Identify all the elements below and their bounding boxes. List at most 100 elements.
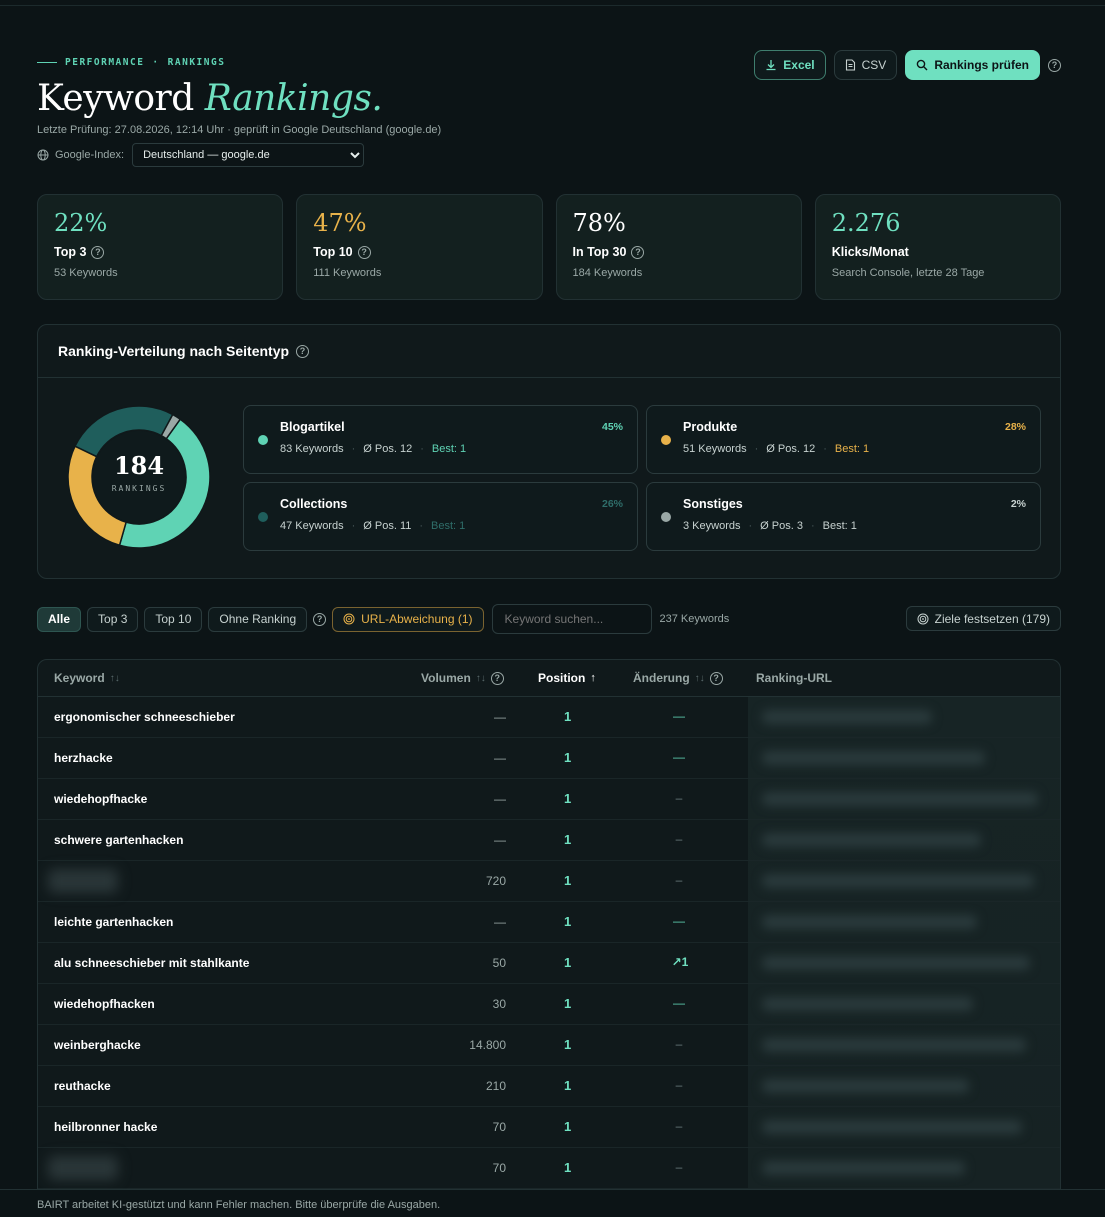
target-icon — [917, 613, 929, 624]
segment-keywords: 47 Keywords — [280, 520, 344, 532]
segment-card-collections[interactable]: Collections 26% 47 Keywords · Ø Pos. 11 · … — [243, 482, 638, 551]
change-cell: – — [675, 1037, 683, 1051]
set-goals-button[interactable]: Ziele festsetzen (179) — [905, 606, 1061, 631]
search-icon — [917, 59, 928, 71]
segment-percent: 26% — [601, 498, 623, 510]
filter-chip-ohne-ranking[interactable]: Ohne Ranking — [208, 606, 308, 632]
kpi-cards: 22% Top 3? 53 Keywords 47% Top 10? 111 K… — [37, 194, 1061, 300]
volume-cell: 30 — [492, 997, 506, 1011]
segment-dot — [661, 512, 671, 522]
export-csv-label: CSV — [861, 58, 887, 72]
segment-card-produkte[interactable]: Produkte 28% 51 Keywords · Ø Pos. 12 · Bes… — [646, 405, 1041, 474]
meta-separator: · — [351, 520, 356, 532]
filter-chip-alle[interactable]: Alle — [37, 606, 82, 632]
help-icon[interactable]: ? — [357, 245, 371, 259]
segment-avg-pos: Ø Pos. 11 — [363, 520, 412, 532]
filter-chip-top3[interactable]: Top 3 — [87, 606, 139, 632]
page-content: PERFORMANCE · RANKINGS Keyword Rankings.… — [37, 50, 1061, 1199]
donut-total-label: RANKINGS — [112, 484, 167, 493]
check-rankings-button[interactable]: Rankings prüfen — [905, 50, 1040, 80]
change-cell: – — [675, 1078, 683, 1092]
column-header-label: Position — [538, 671, 586, 685]
table-row[interactable]: ergonomischer schneeschieber — 1 — — [38, 697, 1060, 738]
table-row[interactable]: herzhacke — 1 — — [38, 738, 1060, 779]
change-cell: – — [675, 832, 683, 846]
change-cell: – — [675, 1160, 683, 1174]
export-excel-button[interactable]: Excel — [754, 50, 826, 80]
kpi-value: 78% — [572, 209, 626, 237]
filter-chip-url-deviation[interactable]: URL-Abweichung (1) — [332, 606, 484, 632]
table-row[interactable]: wiedehopfhacken 30 1 — — [38, 984, 1060, 1025]
volume-cell: 50 — [492, 956, 506, 970]
segment-percent: 2% — [1010, 498, 1026, 510]
breadcrumb-section[interactable]: PERFORMANCE — [65, 57, 144, 68]
position-cell: 1 — [564, 873, 572, 888]
help-icon[interactable]: ? — [490, 671, 504, 685]
keyword-cell: ergonomischer schneeschieber — [54, 710, 235, 724]
sort-icon: ↑↓ — [475, 672, 486, 684]
header-actions: Excel CSV Rankings prüfen ? — [754, 50, 1061, 80]
column-header-label: Ranking-URL — [756, 671, 832, 685]
table-row[interactable]: leichte gartenhacken — 1 — — [38, 902, 1060, 943]
google-index-row: Google-Index: Deutschland — google.de — [37, 143, 1061, 167]
keyword-search-input[interactable] — [491, 604, 652, 634]
keyword-cell: alu schneeschieber mit stahlkante — [54, 956, 250, 970]
kpi-label: In Top 30? — [573, 245, 785, 259]
kpi-value: 47% — [313, 209, 367, 237]
table-row[interactable]: reuthacke 210 1 – — [38, 1066, 1060, 1107]
column-header-position[interactable]: Position ↑ — [538, 671, 596, 685]
position-cell: 1 — [564, 996, 572, 1011]
keyword-cell-blurred — [48, 1156, 118, 1180]
column-header-label: Änderung — [633, 671, 690, 685]
url-deviation-label: URL-Abweichung (1) — [361, 612, 473, 626]
change-cell: – — [675, 791, 683, 805]
position-cell: 1 — [564, 832, 572, 847]
kpi-sub: 111 Keywords — [313, 267, 382, 279]
segment-card-blogartikel[interactable]: Blogartikel 45% 83 Keywords · Ø Pos. 12 · … — [243, 405, 638, 474]
help-icon[interactable]: ? — [91, 245, 105, 259]
help-icon[interactable]: ? — [631, 245, 645, 259]
table-row[interactable]: weinberghacke 14.800 1 – — [38, 1025, 1060, 1066]
sort-icon: ↑↓ — [694, 672, 705, 684]
help-icon[interactable]: ? — [709, 671, 723, 685]
segment-card-sonstiges[interactable]: Sonstiges 2% 3 Keywords · Ø Pos. 3 · Best:… — [646, 482, 1041, 551]
column-header-keyword[interactable]: Keyword ↑↓ — [54, 671, 120, 685]
position-cell: 1 — [564, 1160, 572, 1175]
table-row[interactable]: 70 1 – — [38, 1148, 1060, 1189]
column-header-change[interactable]: Änderung ↑↓ ? — [633, 671, 723, 685]
change-cell: — — [673, 996, 685, 1010]
distribution-donut: 184 RANKINGS — [67, 405, 211, 549]
export-excel-label: Excel — [783, 58, 815, 72]
help-icon[interactable]: ? — [313, 612, 327, 626]
kpi-sub: 53 Keywords — [54, 267, 118, 279]
column-header-url: Ranking-URL — [756, 671, 832, 685]
column-header-volume[interactable]: Volumen ↑↓ ? — [421, 671, 504, 685]
table-row[interactable]: schwere gartenhacken — 1 – — [38, 820, 1060, 861]
table-row[interactable]: heilbronner hacke 70 1 – — [38, 1107, 1060, 1148]
check-rankings-label: Rankings prüfen — [934, 58, 1029, 72]
help-icon[interactable]: ? — [1048, 58, 1061, 72]
google-index-select[interactable]: Deutschland — google.de — [132, 143, 365, 167]
volume-cell: — — [494, 915, 506, 929]
table-row[interactable]: alu schneeschieber mit stahlkante 50 1 ↗1 — [38, 943, 1060, 984]
filter-chip-top10[interactable]: Top 10 — [144, 606, 203, 632]
export-csv-button[interactable]: CSV — [833, 50, 898, 80]
table-row[interactable]: wiedehopfhacke — 1 – — [38, 779, 1060, 820]
keyword-count: 237 Keywords — [659, 613, 730, 625]
donut-total: 184 — [114, 451, 164, 480]
segment-meta: 3 Keywords · Ø Pos. 3 · Best: 1 — [683, 520, 857, 532]
page-title-accent: Rankings. — [204, 78, 383, 119]
meta-separator: · — [754, 443, 759, 455]
position-cell: 1 — [564, 955, 572, 970]
kpi-sub: Search Console, letzte 28 Tage — [831, 267, 985, 279]
segment-name: Blogartikel — [280, 420, 345, 434]
volume-cell: — — [494, 751, 506, 765]
kpi-value: 22% — [54, 209, 108, 237]
kpi-card-clicks: 2.276 Klicks/Monat Search Console, letzt… — [814, 194, 1061, 300]
help-icon[interactable]: ? — [296, 344, 310, 358]
column-header-label: Keyword — [54, 671, 105, 685]
table-row[interactable]: 720 1 – — [38, 861, 1060, 902]
position-cell: 1 — [564, 914, 572, 929]
column-header-label: Volumen — [421, 671, 471, 685]
segment-keywords: 3 Keywords — [683, 520, 741, 532]
